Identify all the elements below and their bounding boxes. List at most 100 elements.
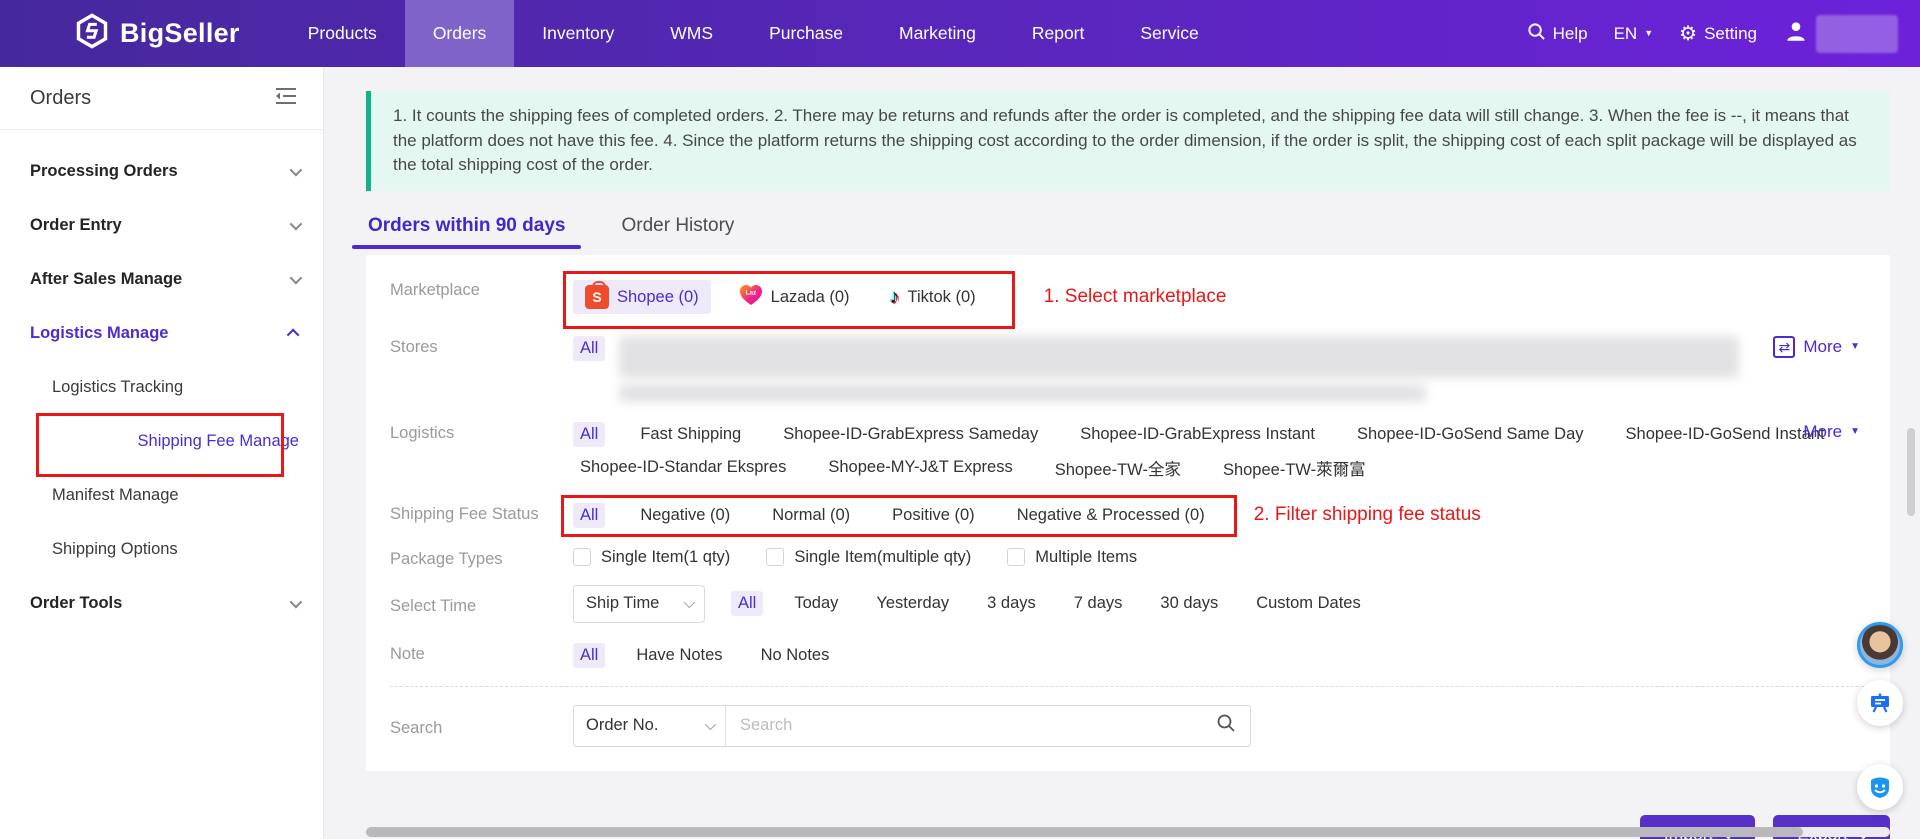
vertical-scrollbar-handle[interactable] bbox=[1907, 428, 1915, 516]
logistics-more-button[interactable]: More ▼ bbox=[1803, 422, 1860, 442]
time-option-3-days[interactable]: 3 days bbox=[980, 591, 1043, 616]
chevron-down-icon bbox=[704, 718, 717, 731]
time-option-7-days[interactable]: 7 days bbox=[1067, 591, 1130, 616]
stores-more-button[interactable]: ⇄ More ▼ bbox=[1773, 335, 1860, 358]
logistics-option[interactable]: Shopee-ID-GrabExpress Instant bbox=[1073, 422, 1322, 447]
magnifier-icon[interactable] bbox=[1216, 713, 1236, 738]
stores-option-all[interactable]: All bbox=[573, 335, 606, 361]
horizontal-scrollbar-handle[interactable] bbox=[366, 827, 1803, 837]
sidebar-item-processing-orders[interactable]: Processing Orders bbox=[0, 144, 323, 198]
fee-status-option-normal[interactable]: Normal (0) bbox=[765, 503, 857, 528]
time-option-yesterday[interactable]: Yesterday bbox=[869, 591, 956, 616]
help-label: Help bbox=[1552, 23, 1588, 43]
help-button[interactable]: Help bbox=[1527, 22, 1588, 46]
annotation-select-marketplace: 1. Select marketplace bbox=[1043, 286, 1227, 308]
select-time-label: Select Time bbox=[390, 597, 477, 616]
username-blurred bbox=[1816, 14, 1898, 53]
fee-status-option-positive[interactable]: Positive (0) bbox=[885, 503, 982, 528]
svg-text:Laz: Laz bbox=[745, 289, 757, 296]
marketplace-label: Marketplace bbox=[390, 280, 480, 299]
info-banner: 1. It counts the shipping fees of comple… bbox=[366, 91, 1890, 191]
time-option-30-days[interactable]: 30 days bbox=[1153, 591, 1225, 616]
feedback-smiley-icon[interactable] bbox=[1857, 764, 1903, 810]
annotation-filter-fee-status: 2. Filter shipping fee status bbox=[1253, 504, 1481, 526]
gear-icon: ⚙ bbox=[1679, 23, 1698, 45]
checkbox-icon[interactable] bbox=[1007, 548, 1026, 567]
package-type-single-item-1qty[interactable]: Single Item(1 qty) bbox=[573, 548, 730, 567]
time-option-all[interactable]: All bbox=[731, 591, 764, 617]
time-option-today[interactable]: Today bbox=[787, 591, 845, 616]
search-input[interactable] bbox=[726, 716, 1216, 736]
setting-label: Setting bbox=[1704, 23, 1757, 43]
nav-item-purchase[interactable]: Purchase bbox=[741, 0, 871, 67]
info-banner-text: 1. It counts the shipping fees of comple… bbox=[393, 106, 1857, 175]
tiktok-icon: ♪ bbox=[889, 285, 900, 308]
nav-item-orders[interactable]: Orders bbox=[404, 0, 515, 67]
shopee-icon: S bbox=[585, 281, 609, 310]
marketplace-option-shopee[interactable]: S Shopee (0) bbox=[573, 280, 711, 315]
sidebar-item-after-sales-manage[interactable]: After Sales Manage bbox=[0, 252, 323, 306]
fee-status-option-negative-processed[interactable]: Negative & Processed (0) bbox=[1010, 503, 1212, 528]
nav-item-products[interactable]: Products bbox=[280, 0, 405, 67]
brand-name: BigSeller bbox=[120, 18, 240, 48]
shipping-fee-status-label: Shipping Fee Status bbox=[390, 504, 539, 523]
note-option-no-notes[interactable]: No Notes bbox=[754, 643, 837, 668]
checkbox-icon[interactable] bbox=[573, 548, 591, 567]
search-control: Order No. bbox=[573, 704, 1251, 747]
sidebar-item-order-tools[interactable]: Order Tools bbox=[0, 576, 323, 630]
note-option-have-notes[interactable]: Have Notes bbox=[629, 643, 729, 668]
brand-logo[interactable]: BigSeller bbox=[0, 0, 280, 67]
package-type-single-item-multiple-qty[interactable]: Single Item(multiple qty) bbox=[766, 548, 971, 567]
language-label: EN bbox=[1613, 23, 1638, 43]
sidebar-item-shipping-options[interactable]: Shipping Options bbox=[0, 522, 323, 576]
checkbox-icon[interactable] bbox=[766, 548, 785, 567]
lazada-icon: Laz bbox=[739, 284, 763, 311]
logistics-option[interactable]: Shopee-TW-萊爾富 bbox=[1216, 453, 1373, 483]
user-icon bbox=[1783, 18, 1809, 49]
nav-item-inventory[interactable]: Inventory bbox=[514, 0, 642, 67]
logistics-option[interactable]: Shopee-ID-GrabExpress Sameday bbox=[776, 422, 1045, 447]
nav-item-service[interactable]: Service bbox=[1112, 0, 1226, 67]
marketplace-option-lazada[interactable]: Laz Lazada (0) bbox=[727, 279, 862, 316]
search-label: Search bbox=[390, 719, 443, 738]
logistics-option[interactable]: All bbox=[573, 421, 606, 447]
chevron-down-icon bbox=[289, 271, 303, 284]
marketplace-option-tiktok[interactable]: ♪ Tiktok (0) bbox=[878, 281, 988, 314]
tab-orders-within-90-days[interactable]: Orders within 90 days bbox=[351, 215, 582, 249]
tab-order-history[interactable]: Order History bbox=[621, 215, 734, 249]
horizontal-scrollbar-track[interactable] bbox=[366, 827, 1890, 837]
fee-status-option-all[interactable]: All bbox=[573, 502, 606, 528]
logistics-option[interactable]: Shopee-MY-J&T Express bbox=[821, 455, 1019, 480]
logistics-option[interactable]: Shopee-TW-全家 bbox=[1048, 453, 1188, 483]
note-option-all[interactable]: All bbox=[573, 642, 606, 668]
note-label: Note bbox=[390, 644, 425, 663]
logistics-label: Logistics bbox=[390, 423, 455, 442]
sidebar-item-order-entry[interactable]: Order Entry bbox=[0, 198, 323, 252]
time-type-dropdown[interactable]: Ship Time bbox=[573, 584, 705, 623]
logistics-option[interactable]: Shopee-ID-Standar Ekspres bbox=[573, 455, 793, 480]
nav-item-report[interactable]: Report bbox=[1004, 0, 1113, 67]
fee-status-option-negative[interactable]: Negative (0) bbox=[633, 503, 737, 528]
main-nav: Products Orders Inventory WMS Purchase M… bbox=[280, 0, 1227, 67]
logistics-option[interactable]: Shopee-ID-GoSend Instant bbox=[1619, 422, 1832, 447]
package-type-multiple-items[interactable]: Multiple Items bbox=[1007, 548, 1137, 567]
nav-item-marketing[interactable]: Marketing bbox=[871, 0, 1004, 67]
language-selector[interactable]: EN ▼ bbox=[1614, 24, 1654, 44]
announcement-board-icon[interactable] bbox=[1857, 680, 1903, 726]
nav-item-wms[interactable]: WMS bbox=[642, 0, 741, 67]
sidebar-item-manifest-manage[interactable]: Manifest Manage bbox=[0, 468, 323, 522]
logistics-option[interactable]: Shopee-ID-GoSend Same Day bbox=[1350, 422, 1591, 447]
sidebar-title: Orders bbox=[30, 86, 92, 109]
sidebar-item-logistics-tracking[interactable]: Logistics Tracking bbox=[0, 360, 323, 414]
package-types-label: Package Types bbox=[390, 549, 503, 568]
logistics-option[interactable]: Fast Shipping bbox=[633, 422, 748, 447]
user-account[interactable] bbox=[1783, 14, 1898, 53]
stores-label: Stores bbox=[390, 337, 438, 356]
time-option-custom-dates[interactable]: Custom Dates bbox=[1249, 591, 1368, 616]
search-type-dropdown[interactable]: Order No. bbox=[574, 705, 726, 746]
customer-service-avatar[interactable] bbox=[1857, 622, 1903, 668]
collapse-sidebar-icon[interactable] bbox=[275, 87, 297, 110]
sidebar-item-shipping-fee-manage[interactable]: Shipping Fee Manage bbox=[0, 414, 323, 468]
setting-button[interactable]: ⚙ Setting bbox=[1679, 21, 1757, 46]
sidebar-item-logistics-manage[interactable]: Logistics Manage bbox=[0, 306, 323, 360]
